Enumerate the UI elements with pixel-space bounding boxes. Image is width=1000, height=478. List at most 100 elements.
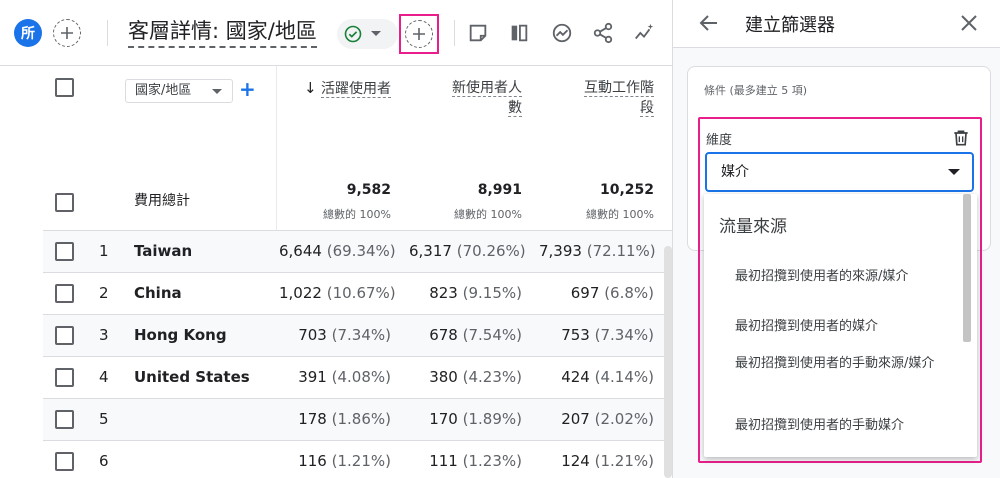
- header-divider: [454, 20, 455, 46]
- menu-item[interactable]: 最初招攬到使用者的手動來源/媒介: [735, 353, 940, 375]
- cell-value: 6,317: [409, 242, 452, 260]
- cell-active-users: 703 (7.34%): [279, 326, 391, 344]
- cell-value: 703: [298, 326, 327, 344]
- column-label: 段: [640, 100, 654, 117]
- compare-button[interactable]: [506, 20, 532, 46]
- dimension-menu: 流量來源 最初招攬到使用者的來源/媒介 最初招攬到使用者的媒介 最初招攬到使用者…: [704, 194, 977, 457]
- property-avatar[interactable]: 所: [14, 19, 42, 47]
- sparkle-insights-button[interactable]: [631, 20, 657, 46]
- table-header: 國家/地區 + ↓ 活躍使用者 新使用者人 數 互動工作階 段 費用總計 9,5…: [43, 66, 672, 230]
- row-index: 1: [99, 242, 109, 260]
- row-country: United States: [134, 368, 250, 386]
- cell-new-users: 170 (1.89%): [409, 410, 522, 428]
- row-checkbox[interactable]: [55, 410, 74, 429]
- total-percent: 總數的 100%: [454, 208, 522, 221]
- cell-percent: (6.8%): [604, 284, 654, 302]
- share-icon: [593, 22, 613, 44]
- cell-value: 678: [429, 326, 458, 344]
- cell-value: 753: [561, 326, 590, 344]
- cell-value: 170: [429, 410, 458, 428]
- cell-value: 424: [561, 368, 590, 386]
- add-filter-button[interactable]: [405, 20, 433, 48]
- menu-scrollbar[interactable]: [963, 194, 971, 342]
- arrow-back-icon[interactable]: [697, 11, 721, 35]
- total-value: 9,582: [346, 182, 391, 198]
- cell-engaged-sessions: 753 (7.34%): [539, 326, 654, 344]
- trash-icon[interactable]: [951, 128, 971, 148]
- column-label: 互動工作階: [584, 80, 654, 97]
- insights-button[interactable]: [549, 20, 575, 46]
- cell-percent: (7.54%): [462, 326, 522, 344]
- table-row: 2 China 1,022 (10.67%) 823 (9.15%) 697 (…: [43, 272, 672, 314]
- row-checkbox[interactable]: [55, 326, 74, 345]
- row-checkbox[interactable]: [55, 368, 74, 387]
- cell-value: 823: [429, 284, 458, 302]
- cell-percent: (1.21%): [331, 452, 391, 470]
- row-checkbox[interactable]: [55, 452, 74, 471]
- add-dimension-plus-icon[interactable]: +: [239, 77, 256, 101]
- menu-item[interactable]: 最初招攬到使用者的來源/媒介: [735, 266, 940, 288]
- note-button[interactable]: [465, 20, 491, 46]
- cell-percent: (4.23%): [462, 368, 522, 386]
- close-icon[interactable]: [957, 11, 981, 35]
- row-checkbox[interactable]: [55, 242, 74, 261]
- share-button[interactable]: [590, 20, 616, 46]
- dimension-select[interactable]: 國家/地區: [125, 79, 233, 103]
- cell-engaged-sessions: 124 (1.21%): [539, 452, 654, 470]
- cell-active-users: 116 (1.21%): [279, 452, 391, 470]
- cell-new-users: 380 (4.23%): [409, 368, 522, 386]
- total-value: 10,252: [599, 182, 654, 198]
- menu-item[interactable]: 最初招攬到使用者的手動媒介: [735, 415, 940, 437]
- row-country: China: [134, 284, 182, 302]
- total-value: 8,991: [477, 182, 522, 198]
- header-divider: [107, 20, 108, 46]
- caret-down-icon: [212, 89, 222, 94]
- plus-icon: [61, 27, 73, 39]
- cell-value: 178: [298, 410, 327, 428]
- table-row: 1 Taiwan 6,644 (69.34%) 6,317 (70.26%) 7…: [43, 230, 672, 272]
- cell-value: 6,644: [279, 242, 322, 260]
- report-header: 所 客層詳情: 國家/地區: [0, 0, 672, 66]
- column-header-new-users[interactable]: 新使用者人 數: [422, 78, 522, 118]
- menu-item[interactable]: 最初招攬到使用者的媒介: [735, 316, 940, 338]
- sort-arrow-down-icon: ↓: [303, 79, 317, 97]
- cell-value: 391: [298, 368, 327, 386]
- cell-active-users: 1,022 (10.67%): [279, 284, 396, 302]
- column-label: 新使用者人: [452, 80, 522, 97]
- cell-active-users: 178 (1.86%): [279, 410, 391, 428]
- table-scrollbar[interactable]: [664, 246, 672, 478]
- cell-value: 380: [429, 368, 458, 386]
- cell-engaged-sessions: 207 (2.02%): [539, 410, 654, 428]
- trend-circle-icon: [552, 23, 572, 43]
- cell-percent: (4.14%): [594, 368, 654, 386]
- cell-value: 7,393: [539, 242, 582, 260]
- cell-percent: (10.67%): [326, 284, 396, 302]
- add-comparison-button[interactable]: [53, 19, 81, 47]
- cell-engaged-sessions: 697 (6.8%): [539, 284, 654, 302]
- dimension-dropdown-value: 媒介: [721, 164, 749, 180]
- cell-percent: (7.34%): [331, 326, 391, 344]
- row-country: Taiwan: [134, 242, 193, 260]
- dimension-dropdown[interactable]: 媒介: [705, 152, 974, 192]
- page-title: 客層詳情: 國家/地區: [128, 16, 317, 48]
- cell-new-users: 6,317 (70.26%): [409, 242, 526, 260]
- cell-value: 124: [561, 452, 590, 470]
- create-filter-panel: 建立篩選器 條件 (最多建立 5 項) 維度 媒介 流量來源 最初招攬到使用者的…: [672, 0, 1000, 478]
- check-circle-icon: [344, 25, 362, 43]
- status-dropdown[interactable]: [337, 19, 398, 49]
- cell-percent: (1.21%): [594, 452, 654, 470]
- column-header-engaged-sessions[interactable]: 互動工作階 段: [554, 78, 654, 118]
- cell-percent: (2.02%): [594, 410, 654, 428]
- cell-new-users: 823 (9.15%): [409, 284, 522, 302]
- row-checkbox[interactable]: [55, 284, 74, 303]
- select-all-dimension-checkbox[interactable]: [55, 78, 74, 97]
- cell-engaged-sessions: 7,393 (72.11%): [539, 242, 656, 260]
- table-body: 1 Taiwan 6,644 (69.34%) 6,317 (70.26%) 7…: [43, 230, 672, 478]
- row-country: Hong Kong: [134, 326, 227, 344]
- cell-new-users: 678 (7.54%): [409, 326, 522, 344]
- cell-value: 111: [429, 452, 458, 470]
- compare-columns-icon: [511, 24, 528, 42]
- column-header-active-users[interactable]: ↓ 活躍使用者: [297, 78, 391, 99]
- select-all-rows-checkbox[interactable]: [55, 193, 74, 212]
- cell-percent: (1.89%): [462, 410, 522, 428]
